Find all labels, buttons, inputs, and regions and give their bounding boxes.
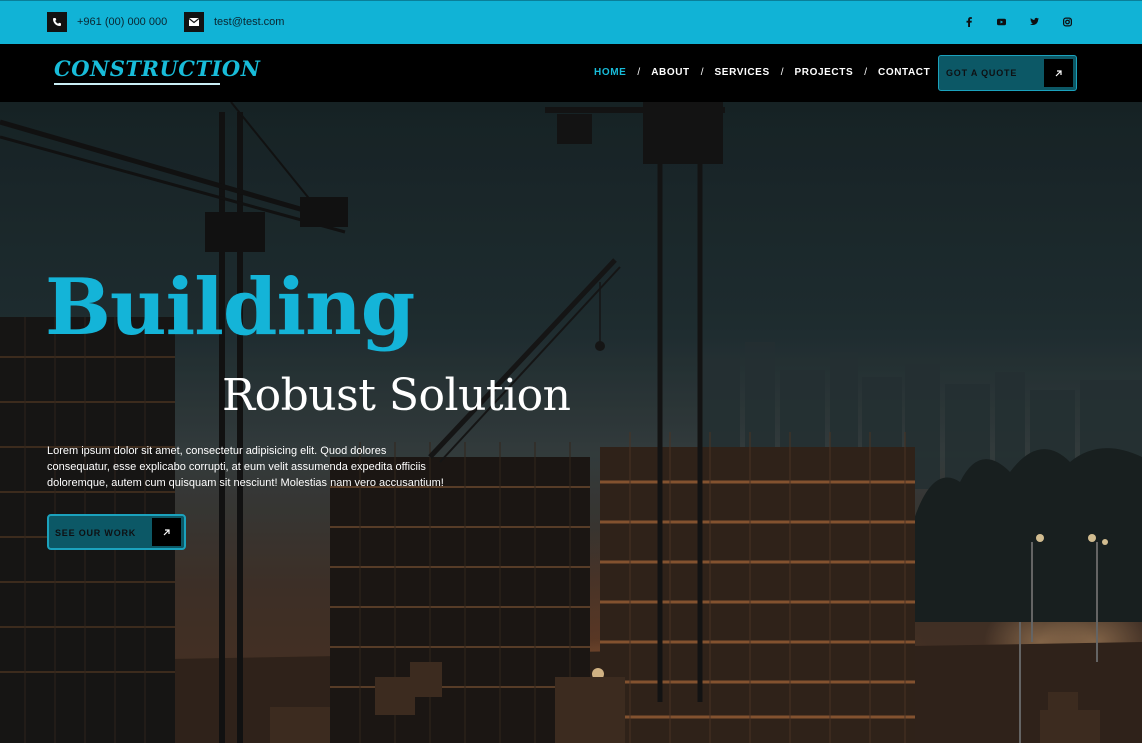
phone-icon [47, 12, 67, 32]
instagram-icon[interactable] [1063, 16, 1072, 27]
see-our-work-label: SEE OUR WORK [55, 528, 137, 538]
nav-separator: / [864, 67, 867, 78]
nav-item-about[interactable]: ABOUT [651, 67, 690, 78]
nav-item-contact[interactable]: CONTACT [878, 67, 930, 78]
twitter-icon[interactable] [1030, 16, 1039, 27]
nav-separator: / [637, 67, 641, 78]
hero-title-robust-solution: Robust Solution [222, 370, 571, 421]
main-navbar: CONSTRUCTION HOME / ABOUT / SERVICES / P… [0, 44, 1142, 102]
get-quote-label: GOT A QUOTE [946, 68, 1018, 78]
hero-title-building: Building [45, 262, 415, 353]
see-our-work-button[interactable]: SEE OUR WORK [47, 514, 186, 550]
get-quote-button[interactable]: GOT A QUOTE [938, 55, 1077, 91]
email-contact[interactable]: test@test.com [184, 12, 284, 32]
construction-site-background [0, 102, 1142, 743]
logo-underline [54, 83, 220, 85]
mail-icon [184, 12, 204, 32]
phone-number: +961 (00) 000 000 [77, 16, 168, 28]
arrow-up-right-icon [1044, 59, 1073, 87]
main-nav: HOME / ABOUT / SERVICES / PROJECTS / CON… [594, 67, 930, 78]
arrow-up-right-icon [152, 518, 181, 546]
site-logo[interactable]: CONSTRUCTION [54, 56, 260, 81]
social-links [964, 16, 1072, 27]
hero-section: Building Robust Solution Lorem ipsum dol… [0, 102, 1142, 743]
nav-separator: / [780, 67, 784, 78]
nav-item-home[interactable]: HOME [594, 67, 626, 78]
email-address: test@test.com [214, 16, 285, 28]
youtube-icon[interactable] [997, 16, 1006, 27]
top-contact-bar: +961 (00) 000 000 test@test.com [0, 0, 1142, 44]
nav-separator: / [700, 67, 704, 78]
phone-contact[interactable]: +961 (00) 000 000 [47, 12, 167, 32]
nav-item-projects[interactable]: PROJECTS [795, 67, 854, 78]
nav-item-services[interactable]: SERVICES [715, 67, 770, 78]
hero-description: Lorem ipsum dolor sit amet, consectetur … [47, 445, 444, 489]
facebook-icon[interactable] [964, 16, 973, 27]
